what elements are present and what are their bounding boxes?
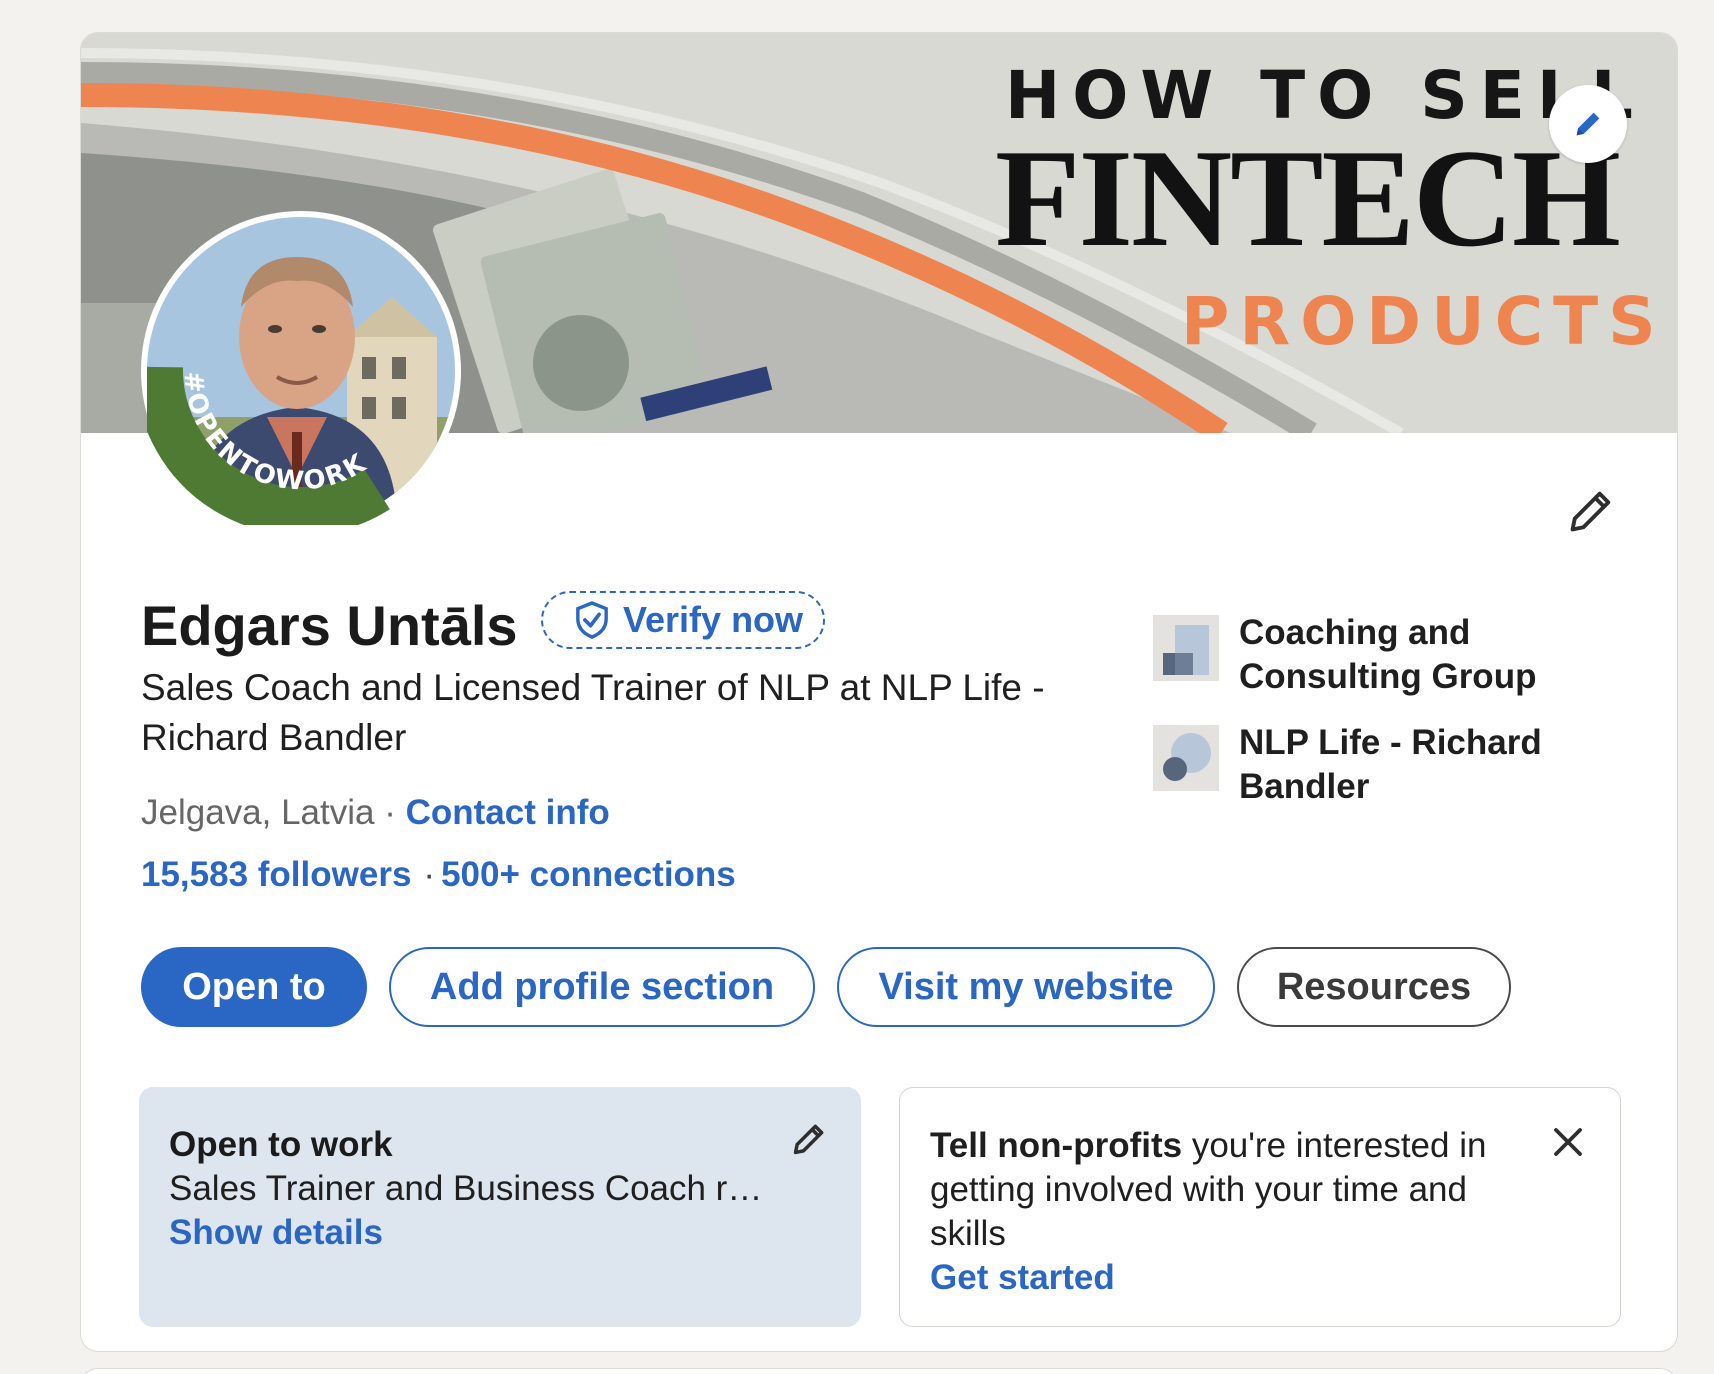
avatar[interactable]: #OPENTOWORK xyxy=(141,211,461,531)
company-logo-icon xyxy=(1153,615,1219,681)
dismiss-button[interactable] xyxy=(1546,1120,1590,1164)
open-to-button[interactable]: Open to xyxy=(141,947,367,1027)
nonprofit-prompt-bold: Tell non-profits xyxy=(930,1126,1183,1165)
pencil-icon xyxy=(1570,491,1611,532)
banner-line-2: FINTECH xyxy=(995,121,1621,276)
org-coaching-consulting-group[interactable]: Coaching and Consulting Group xyxy=(1153,611,1633,699)
school-logo-icon xyxy=(1153,725,1219,791)
edit-intro-button[interactable] xyxy=(1557,477,1625,545)
verify-now-button[interactable]: Verify now xyxy=(541,591,825,649)
close-icon xyxy=(1554,1128,1582,1156)
verify-label: Verify now xyxy=(623,599,804,640)
pencil-icon xyxy=(1576,112,1600,136)
org-nlp-life[interactable]: NLP Life - Richard Bandler xyxy=(1153,721,1633,809)
show-details-link[interactable]: Show details xyxy=(169,1211,831,1255)
open-to-work-roles: Sales Trainer and Business Coach ro... xyxy=(169,1169,769,1208)
resources-button[interactable]: Resources xyxy=(1237,947,1511,1027)
visit-website-button[interactable]: Visit my website xyxy=(837,947,1215,1027)
profile-name: Edgars Untāls xyxy=(141,594,518,657)
location-text: Jelgava, Latvia xyxy=(141,793,375,832)
profile-actions: Open to Add profile section Visit my web… xyxy=(141,947,1511,1027)
profile-card: HOW TO SELL FINTECH PRODUCTS #OPENTOWORK… xyxy=(80,32,1678,1352)
add-profile-section-button[interactable]: Add profile section xyxy=(389,947,815,1027)
open-to-work-card: Open to work Sales Trainer and Business … xyxy=(139,1087,861,1327)
edit-banner-button[interactable] xyxy=(1549,85,1627,163)
contact-info-link[interactable]: Contact info xyxy=(406,793,610,832)
location-row: Jelgava, Latvia · Contact info xyxy=(141,793,610,833)
profile-photo: #OPENTOWORK xyxy=(147,217,455,525)
followers-link[interactable]: 15,583 followers xyxy=(141,855,411,894)
pencil-icon xyxy=(793,1124,824,1155)
organizations-list: Coaching and Consulting Group NLP Life -… xyxy=(1153,611,1633,831)
org-name: Coaching and Consulting Group xyxy=(1239,613,1537,696)
nonprofit-prompt-card: Tell non-profits you're interested in ge… xyxy=(899,1087,1621,1327)
profile-headline: Sales Coach and Licensed Trainer of NLP … xyxy=(141,667,1045,758)
location-separator: · xyxy=(374,793,406,832)
edit-open-to-work-button[interactable] xyxy=(787,1117,831,1161)
org-name: NLP Life - Richard Bandler xyxy=(1239,723,1542,806)
shield-check-icon xyxy=(576,601,608,639)
open-to-work-title: Open to work xyxy=(169,1125,393,1164)
banner-line-3: PRODUCTS xyxy=(1181,283,1666,360)
network-stats: 15,583 followers · 500+ connections xyxy=(141,855,736,895)
get-started-link[interactable]: Get started xyxy=(930,1256,1590,1300)
next-section-card xyxy=(80,1368,1678,1374)
nonprofit-prompt-text: Tell non-profits you're interested in ge… xyxy=(930,1124,1490,1256)
connections-link[interactable]: 500+ connections xyxy=(441,855,736,894)
stats-separator: · xyxy=(423,855,436,894)
